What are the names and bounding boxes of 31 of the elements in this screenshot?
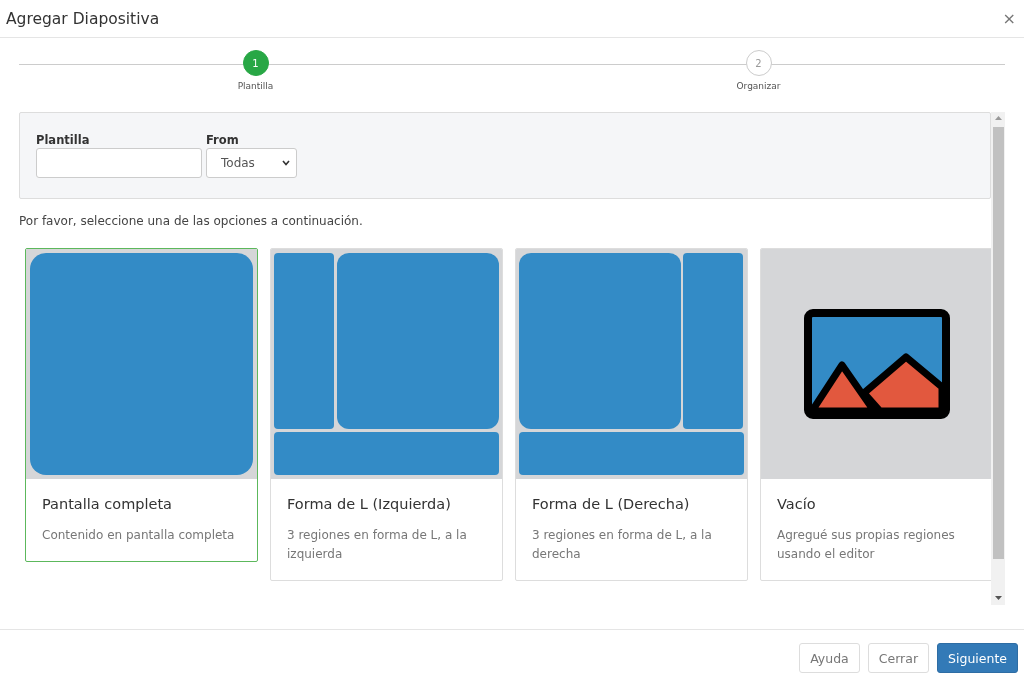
- card-description: 3 regiones en forma de L, a la derecha: [532, 527, 713, 563]
- scroll-up-icon[interactable]: [994, 115, 1002, 121]
- field-label: From: [206, 133, 240, 147]
- template-card[interactable]: Forma de L (Derecha) 3 regiones en forma de L, a la derecha: [515, 248, 748, 581]
- dialog-title: Agregar Diapositiva: [6, 9, 160, 28]
- card-title: Vacío: [777, 496, 817, 512]
- close-button[interactable]: ×: [1002, 9, 1016, 28]
- image-icon: [803, 309, 950, 419]
- scrollbar[interactable]: [991, 112, 1005, 605]
- template-card[interactable]: Pantalla completa Contenido en pantalla completa: [25, 248, 258, 562]
- card-description: Agregué sus propias regiones usando el editor: [777, 527, 956, 563]
- template-card[interactable]: Vacío Agregué sus propias regiones usando el editor: [760, 248, 993, 581]
- template-input[interactable]: [36, 148, 202, 178]
- from-select[interactable]: Todas: [206, 148, 297, 178]
- card-title: Pantalla completa: [42, 496, 173, 512]
- dialog-button[interactable]: Cerrar: [867, 643, 930, 673]
- step-label: Organizar: [736, 81, 781, 91]
- field-label: Plantilla: [36, 133, 91, 147]
- step-label: Plantilla: [237, 81, 274, 91]
- step-circle: 1: [242, 50, 269, 76]
- chevron-icon: [282, 160, 290, 166]
- template-card[interactable]: Forma de L (Izquierda) 3 regiones en forma de L, a la izquierda: [270, 248, 503, 581]
- card-description: 3 regiones en forma de L, a la izquierda: [287, 527, 468, 563]
- scroll-down-icon[interactable]: [994, 595, 1002, 601]
- card-title: Forma de L (Derecha): [532, 496, 691, 512]
- card-title: Forma de L (Izquierda): [287, 496, 452, 512]
- instruction-text: Por favor, seleccione una de las opciones a continuación.: [19, 214, 364, 228]
- next-button[interactable]: Siguiente: [937, 643, 1018, 673]
- dialog-button[interactable]: Ayuda: [799, 643, 860, 673]
- step-circle: 2: [745, 50, 772, 76]
- card-description: Contenido en pantalla completa: [42, 527, 236, 544]
